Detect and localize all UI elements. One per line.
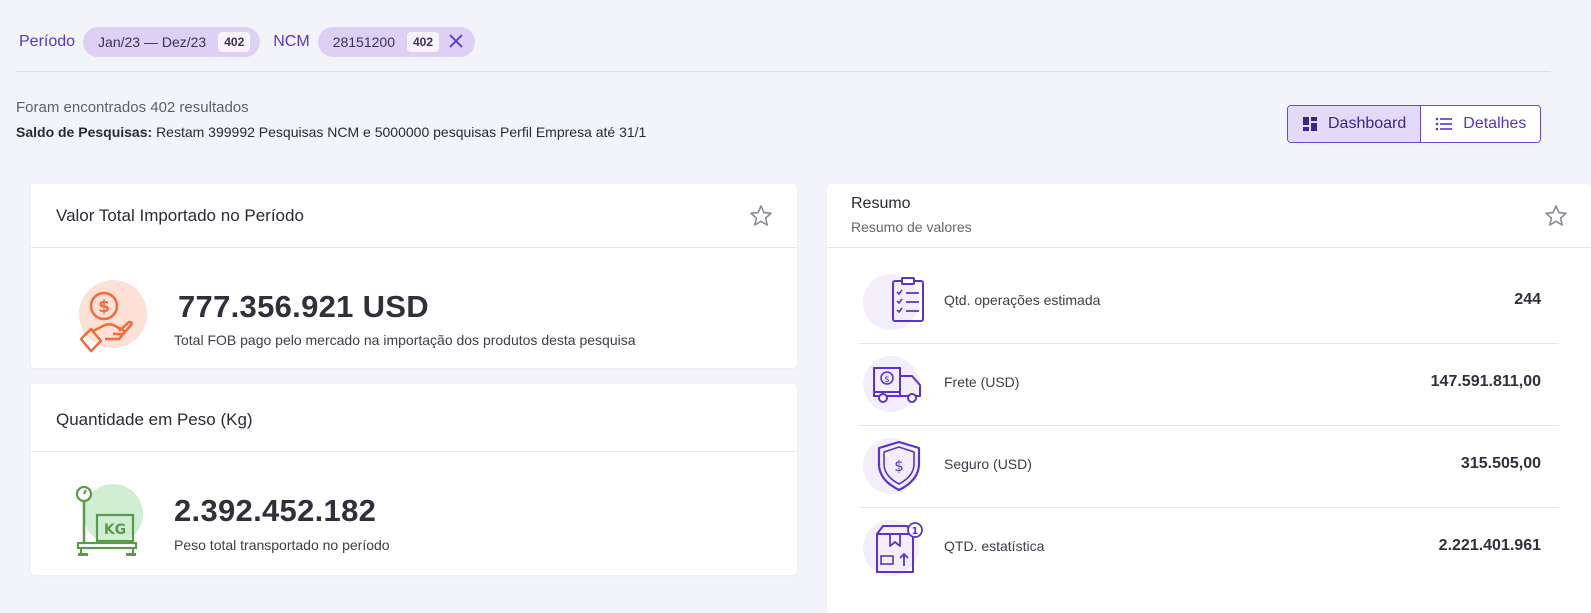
view-toggle: Dashboard Detalhes: [1287, 105, 1542, 143]
valor-total-card: Valor Total Importado no Período $ 777.3…: [31, 184, 797, 368]
peso-total-value: 2.392.452.182: [174, 493, 377, 528]
resumo-row-operacoes: Qtd. operações estimada 244: [859, 261, 1559, 344]
detalhes-button[interactable]: Detalhes: [1421, 106, 1541, 142]
money-hand-icon: $: [75, 279, 155, 359]
peso-card-header: Quantidade em Peso (Kg): [31, 384, 797, 452]
periodo-chip[interactable]: Jan/23 — Dez/23 402: [83, 27, 261, 57]
peso-card: Quantidade em Peso (Kg) KG 2.392.452.182…: [31, 384, 797, 575]
favorite-star-icon[interactable]: [1544, 204, 1568, 228]
resumo-row-frete: $ Frete (USD) 147.591.811,00: [859, 343, 1559, 426]
periodo-count-badge: 402: [218, 32, 251, 52]
shield-icon: $: [863, 436, 923, 496]
detalhes-label: Detalhes: [1463, 115, 1527, 132]
resumo-subtitle: Resumo de valores: [851, 219, 972, 235]
periodo-label: Período: [19, 33, 76, 50]
saldo-text: Restam 399992 Pesquisas NCM e 5000000 pe…: [156, 124, 647, 140]
svg-text:$: $: [98, 297, 110, 317]
operacoes-value: 244: [1514, 291, 1541, 308]
scale-icon: KG: [71, 480, 151, 560]
saldo-label: Saldo de Pesquisas:: [16, 124, 153, 140]
ncm-label: NCM: [273, 33, 310, 50]
list-icon: [1435, 117, 1453, 131]
filter-bar: Período Jan/23 — Dez/23 402 NCM 28151200…: [0, 26, 488, 58]
valor-total-description: Total FOB pago pelo mercado na importaçã…: [174, 332, 636, 348]
remove-ncm-close-icon[interactable]: [449, 33, 463, 51]
valor-total-value: 777.356.921 USD: [178, 289, 429, 324]
truck-icon: $: [863, 354, 923, 414]
seguro-label: Seguro (USD): [944, 456, 1032, 472]
frete-label: Frete (USD): [944, 374, 1020, 390]
ncm-chip[interactable]: 28151200 402: [317, 27, 476, 57]
qtd-estatistica-value: 2.221.401.961: [1438, 537, 1541, 554]
qtd-estatistica-label: QTD. estatística: [944, 538, 1045, 554]
peso-card-title: Quantidade em Peso (Kg): [56, 410, 253, 429]
operacoes-label: Qtd. operações estimada: [944, 292, 1101, 308]
dashboard-icon: [1303, 117, 1317, 131]
dashboard-button[interactable]: Dashboard: [1288, 106, 1422, 142]
resumo-row-seguro: $ Seguro (USD) 315.505,00: [859, 425, 1559, 508]
ncm-chip-text: 28151200: [332, 34, 395, 50]
filter-divider: [16, 71, 1551, 72]
seguro-value: 315.505,00: [1460, 455, 1541, 472]
svg-text:1: 1: [912, 526, 919, 537]
resumo-card-header: Resumo Resumo de valores: [827, 184, 1591, 248]
dashboard-label: Dashboard: [1328, 115, 1407, 132]
resumo-title: Resumo: [851, 195, 911, 212]
periodo-chip-text: Jan/23 — Dez/23: [98, 34, 207, 50]
saldo-pesquisas: Saldo de Pesquisas: Restam 399992 Pesqui…: [16, 124, 646, 140]
valor-card-title: Valor Total Importado no Período: [56, 206, 304, 225]
peso-total-description: Peso total transportado no período: [174, 537, 390, 553]
valor-card-header: Valor Total Importado no Período: [31, 184, 797, 248]
results-count: Foram encontrados 402 resultados: [16, 99, 249, 116]
frete-value: 147.591.811,00: [1430, 373, 1541, 390]
svg-text:$: $: [884, 375, 890, 385]
clipboard-icon: [863, 272, 924, 332]
kg-icon-text: KG: [104, 522, 126, 538]
resumo-card: Resumo Resumo de valores Qtd. operações …: [827, 184, 1591, 613]
dashboard-page: Período Jan/23 — Dez/23 402 NCM 28151200…: [0, 0, 1591, 613]
box-icon: 1: [863, 518, 923, 578]
ncm-count-badge: 402: [406, 32, 440, 52]
favorite-star-icon[interactable]: [749, 204, 773, 228]
svg-text:$: $: [894, 457, 904, 475]
resumo-row-qtd-estatistica: 1 QTD. estatística 2.221.401.961: [859, 507, 1559, 589]
